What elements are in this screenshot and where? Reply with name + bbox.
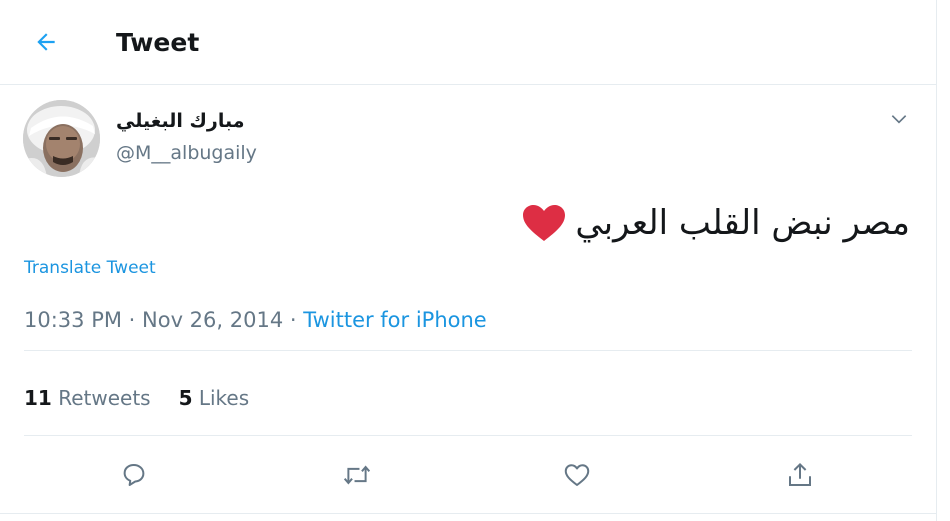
likes-label: Likes (198, 386, 250, 410)
meta-separator: · (283, 308, 304, 332)
likes-count: 5 (178, 386, 193, 410)
author-handle[interactable]: @M__albugaily (116, 140, 257, 166)
retweet-icon (343, 465, 371, 485)
divider (24, 350, 912, 351)
more-options-button[interactable] (884, 104, 914, 134)
page-header: Tweet (0, 0, 936, 85)
tweet-source-link[interactable]: Twitter for iPhone (303, 308, 487, 332)
retweets-stat[interactable]: 11 Retweets (24, 383, 151, 413)
tweet-date[interactable]: Nov 26, 2014 (142, 308, 283, 332)
chevron-down-icon (891, 115, 907, 124)
avatar[interactable] (23, 100, 100, 177)
reply-icon (123, 464, 145, 486)
page-title: Tweet (116, 28, 200, 57)
share-icon (789, 462, 811, 486)
share-button[interactable] (780, 455, 820, 495)
red-heart-icon (523, 205, 566, 241)
reply-button[interactable] (114, 455, 154, 495)
tweet-meta: 10:33 PM · Nov 26, 2014 · Twitter for iP… (24, 305, 487, 335)
tweet-actions (0, 455, 936, 495)
tweet-page: Tweet مبارك البغيلي @M__albugaily مصر نب… (0, 0, 936, 521)
retweets-label: Retweets (58, 386, 151, 410)
retweet-button[interactable] (337, 455, 377, 495)
tweet-text: مصر نبض القلب العربي (575, 203, 910, 243)
likes-stat[interactable]: 5 Likes (179, 383, 250, 413)
meta-separator: · (121, 308, 143, 332)
column-border (936, 0, 937, 521)
like-icon (564, 464, 590, 486)
tweet-body: مصر نبض القلب العربي (521, 200, 910, 246)
back-button[interactable] (26, 22, 66, 62)
like-button[interactable] (557, 455, 597, 495)
translate-tweet-link[interactable]: Translate Tweet (24, 256, 156, 280)
divider (0, 513, 936, 514)
author-name[interactable]: مبارك البغيلي (116, 108, 244, 134)
arrow-left-icon (37, 33, 55, 51)
retweets-count: 11 (24, 386, 52, 410)
tweet-stats: 11 Retweets 5 Likes (24, 383, 277, 413)
avatar-image (23, 100, 100, 177)
divider (24, 435, 912, 436)
tweet-time: 10:33 PM (24, 308, 122, 332)
